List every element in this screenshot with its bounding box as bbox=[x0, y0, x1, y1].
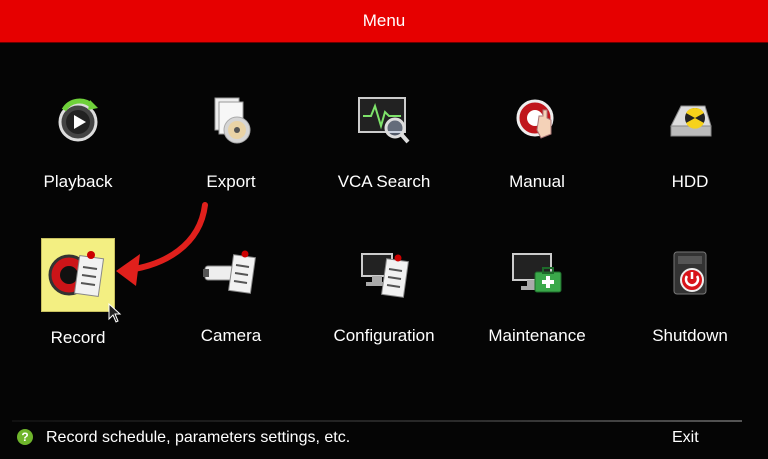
menu-item-maintenance[interactable]: Maintenance bbox=[462, 238, 612, 358]
menu-item-playback[interactable]: Playback bbox=[3, 84, 153, 204]
menu-item-label: Camera bbox=[200, 326, 262, 345]
export-disc-icon bbox=[195, 84, 267, 156]
playback-icon bbox=[42, 84, 114, 156]
menu-item-label: Playback bbox=[43, 172, 113, 191]
menu-item-label: Export bbox=[206, 172, 256, 191]
maintenance-icon bbox=[501, 238, 573, 310]
configuration-icon bbox=[348, 238, 420, 310]
menu-item-configuration[interactable]: Configuration bbox=[309, 238, 459, 358]
exit-button[interactable]: Exit bbox=[672, 429, 699, 447]
window-title: Menu bbox=[362, 11, 406, 30]
manual-record-icon bbox=[501, 84, 573, 156]
menu-item-label: Shutdown bbox=[652, 326, 728, 345]
mouse-cursor-icon bbox=[108, 303, 122, 323]
menu-item-export[interactable]: Export bbox=[156, 84, 306, 204]
status-help-text: Record schedule, parameters settings, et… bbox=[46, 429, 351, 446]
menu-grid: Playback Export VCA Search Manual HDD Re… bbox=[0, 72, 768, 372]
help-icon: ? bbox=[17, 429, 33, 445]
menu-item-vca-search[interactable]: VCA Search bbox=[309, 84, 459, 204]
menu-item-label: VCA Search bbox=[337, 172, 431, 191]
menu-item-label: Maintenance bbox=[488, 326, 586, 345]
hdd-icon bbox=[654, 84, 726, 156]
menu-item-label: Configuration bbox=[333, 326, 435, 345]
status-divider bbox=[12, 420, 742, 422]
menu-item-record[interactable]: Record bbox=[3, 238, 153, 358]
menu-item-shutdown[interactable]: Shutdown bbox=[615, 238, 765, 358]
menu-item-hdd[interactable]: HDD bbox=[615, 84, 765, 204]
menu-item-label: Manual bbox=[509, 172, 565, 191]
menu-item-label: HDD bbox=[671, 172, 709, 191]
title-bar: Menu bbox=[0, 0, 768, 43]
menu-item-label: Record bbox=[50, 328, 106, 347]
record-icon bbox=[41, 238, 115, 312]
shutdown-icon bbox=[654, 238, 726, 310]
camera-icon bbox=[195, 238, 267, 310]
vca-search-icon bbox=[348, 84, 420, 156]
menu-item-camera[interactable]: Camera bbox=[156, 238, 306, 358]
menu-item-manual[interactable]: Manual bbox=[462, 84, 612, 204]
